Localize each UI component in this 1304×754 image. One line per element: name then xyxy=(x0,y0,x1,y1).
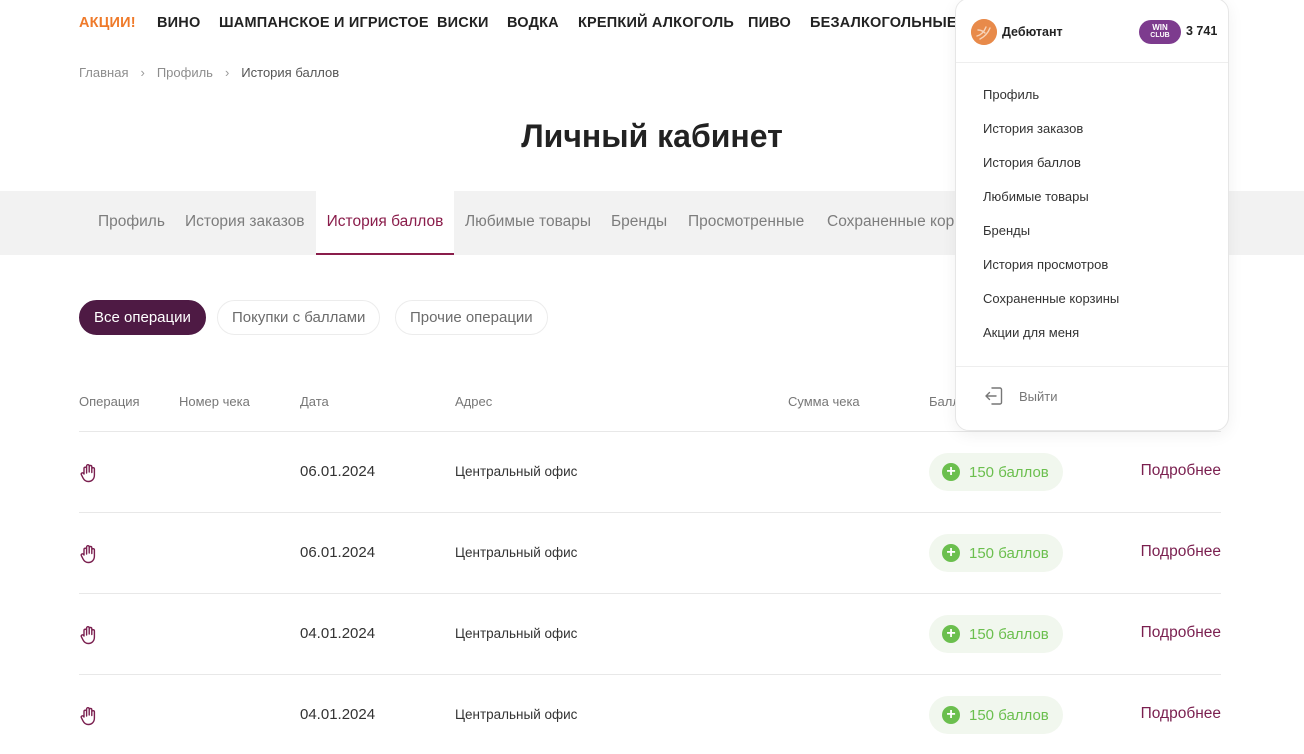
filter-all-operations[interactable]: Все операции xyxy=(79,300,206,335)
badge-line-1: WIN xyxy=(1152,23,1168,32)
win-club-badge: WIN CLUB xyxy=(1139,20,1181,44)
tab-profile[interactable]: Профиль xyxy=(98,191,165,255)
row-date: 04.01.2024 xyxy=(300,706,376,723)
table-row: 06.01.2024 Центральный офис +150 баллов … xyxy=(79,432,1221,513)
breadcrumb-current: История баллов xyxy=(241,65,340,80)
chevron-right-icon: › xyxy=(224,65,230,80)
row-address: Центральный офис xyxy=(455,464,578,479)
nav-item-champagne[interactable]: ШАМПАНСКОЕ И ИГРИСТОЕ xyxy=(219,15,429,31)
row-address: Центральный офис xyxy=(455,545,578,560)
menu-item-profile[interactable]: Профиль xyxy=(983,87,1039,102)
breadcrumb-profile[interactable]: Профиль xyxy=(157,65,213,80)
row-address: Центральный офис xyxy=(455,707,578,722)
menu-item-points-history[interactable]: История баллов xyxy=(983,155,1081,170)
plus-circle-icon: + xyxy=(942,706,960,724)
details-link[interactable]: Подробнее xyxy=(1141,462,1221,480)
tab-viewed[interactable]: Просмотренные xyxy=(688,191,804,255)
menu-divider xyxy=(956,366,1228,367)
tab-brands[interactable]: Бренды xyxy=(611,191,667,255)
column-date: Дата xyxy=(300,394,329,409)
details-link[interactable]: Подробнее xyxy=(1141,624,1221,642)
column-receipt-number: Номер чека xyxy=(179,394,250,409)
hand-icon xyxy=(80,707,96,726)
tab-points-history[interactable]: История баллов xyxy=(316,191,454,255)
column-receipt-sum: Сумма чека xyxy=(788,394,860,409)
avatar xyxy=(971,19,997,45)
breadcrumb: Главная › Профиль › История баллов xyxy=(79,65,339,80)
tab-order-history[interactable]: История заказов xyxy=(185,191,305,255)
hand-icon xyxy=(80,545,96,564)
points-value: 150 баллов xyxy=(969,706,1049,724)
points-value: 150 баллов xyxy=(969,544,1049,562)
hand-icon xyxy=(80,464,96,483)
plus-circle-icon: + xyxy=(942,463,960,481)
points-value: 150 баллов xyxy=(969,463,1049,481)
plus-circle-icon: + xyxy=(942,544,960,562)
hand-icon xyxy=(80,626,96,645)
filter-purchases-with-points[interactable]: Покупки с баллами xyxy=(217,300,381,335)
loyalty-level: Дебютант xyxy=(1002,25,1063,39)
details-link[interactable]: Подробнее xyxy=(1141,543,1221,561)
badge-line-2: CLUB xyxy=(1150,32,1170,39)
grapes-icon xyxy=(971,19,997,45)
table-row: 06.01.2024 Центральный офис +150 баллов … xyxy=(79,513,1221,594)
column-operation: Операция xyxy=(79,394,140,409)
points-badge: +150 баллов xyxy=(929,696,1063,734)
nav-item-promo[interactable]: АКЦИИ! xyxy=(79,15,136,31)
account-dropdown: Дебютант WIN CLUB 3 741 Профиль История … xyxy=(955,0,1229,431)
nav-item-wine[interactable]: ВИНО xyxy=(157,15,200,31)
logout-button[interactable]: Выйти xyxy=(983,384,1058,408)
row-date: 06.01.2024 xyxy=(300,463,376,480)
row-date: 04.01.2024 xyxy=(300,625,376,642)
row-date: 06.01.2024 xyxy=(300,544,376,561)
menu-item-favorites[interactable]: Любимые товары xyxy=(983,189,1089,204)
menu-item-promotions[interactable]: Акции для меня xyxy=(983,325,1079,340)
logout-icon xyxy=(985,387,1003,405)
nav-item-beer[interactable]: ПИВО xyxy=(748,15,791,31)
tab-favorite-products[interactable]: Любимые товары xyxy=(465,191,591,255)
filter-other-operations[interactable]: Прочие операции xyxy=(395,300,548,335)
menu-item-order-history[interactable]: История заказов xyxy=(983,121,1083,136)
nav-item-whisky[interactable]: ВИСКИ xyxy=(437,15,489,31)
tab-saved-carts[interactable]: Сохраненные кор xyxy=(827,191,954,255)
points-badge: +150 баллов xyxy=(929,615,1063,653)
nav-item-vodka[interactable]: ВОДКА xyxy=(507,15,559,31)
table-row: 04.01.2024 Центральный офис +150 баллов … xyxy=(79,594,1221,675)
plus-circle-icon: + xyxy=(942,625,960,643)
logout-label: Выйти xyxy=(1019,388,1058,404)
points-balance: 3 741 xyxy=(1186,24,1218,38)
points-badge: +150 баллов xyxy=(929,453,1063,491)
nav-item-strong-alcohol[interactable]: КРЕПКИЙ АЛКОГОЛЬ xyxy=(578,15,734,31)
row-address: Центральный офис xyxy=(455,626,578,641)
menu-item-saved-carts[interactable]: Сохраненные корзины xyxy=(983,291,1119,306)
nav-item-non-alcoholic[interactable]: БЕЗАЛКОГОЛЬНЫЕ Н xyxy=(810,15,972,31)
menu-item-view-history[interactable]: История просмотров xyxy=(983,257,1108,272)
breadcrumb-home[interactable]: Главная xyxy=(79,65,128,80)
table-row: 04.01.2024 Центральный офис +150 баллов … xyxy=(79,675,1221,754)
menu-item-brands[interactable]: Бренды xyxy=(983,223,1030,238)
details-link[interactable]: Подробнее xyxy=(1141,705,1221,723)
chevron-right-icon: › xyxy=(140,65,145,80)
column-address: Адрес xyxy=(455,394,493,409)
account-header: Дебютант WIN CLUB 3 741 xyxy=(956,0,1228,63)
points-badge: +150 баллов xyxy=(929,534,1063,572)
points-value: 150 баллов xyxy=(969,625,1049,643)
